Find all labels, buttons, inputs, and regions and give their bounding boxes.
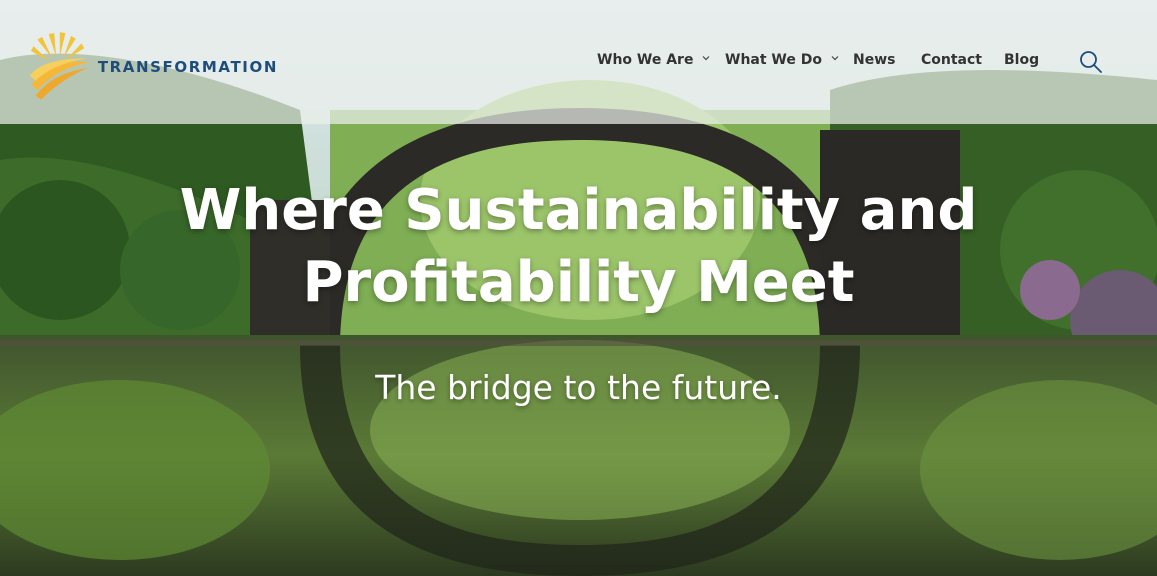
chevron-down-icon bbox=[831, 56, 839, 61]
nav-item-label: What We Do bbox=[725, 52, 822, 68]
nav-item-contact[interactable]: Contact bbox=[921, 52, 982, 68]
nav-item-what-we-do[interactable]: What We Do bbox=[725, 52, 839, 68]
search-icon bbox=[1080, 51, 1102, 73]
headline-line-2: Profitability Meet bbox=[302, 250, 855, 315]
hero-headline: Where Sustainability and Profitability M… bbox=[0, 175, 1157, 319]
search-button[interactable] bbox=[1078, 49, 1104, 75]
nav-item-label: Who We Are bbox=[597, 52, 694, 68]
chevron-down-icon bbox=[702, 56, 710, 61]
brand-name: TRANSFORMATION bbox=[97, 58, 278, 76]
sunburst-logo-icon bbox=[29, 32, 90, 100]
nav-item-blog[interactable]: Blog bbox=[1004, 52, 1039, 68]
nav-item-who-we-are[interactable]: Who We Are bbox=[597, 52, 710, 68]
hero-section: TRANSFORMATION Who We Are What We Do New… bbox=[0, 0, 1157, 576]
nav-item-label: Contact bbox=[921, 52, 982, 68]
nav-item-label: Blog bbox=[1004, 52, 1040, 68]
site-header: TRANSFORMATION Who We Are What We Do New… bbox=[0, 0, 1157, 124]
nav-item-label: News bbox=[853, 52, 896, 68]
headline-line-1: Where Sustainability and bbox=[179, 178, 978, 243]
hero-subheadline: The bridge to the future. bbox=[375, 368, 782, 407]
site-logo[interactable]: TRANSFORMATION bbox=[28, 24, 278, 104]
nav-item-news[interactable]: News bbox=[853, 52, 895, 68]
